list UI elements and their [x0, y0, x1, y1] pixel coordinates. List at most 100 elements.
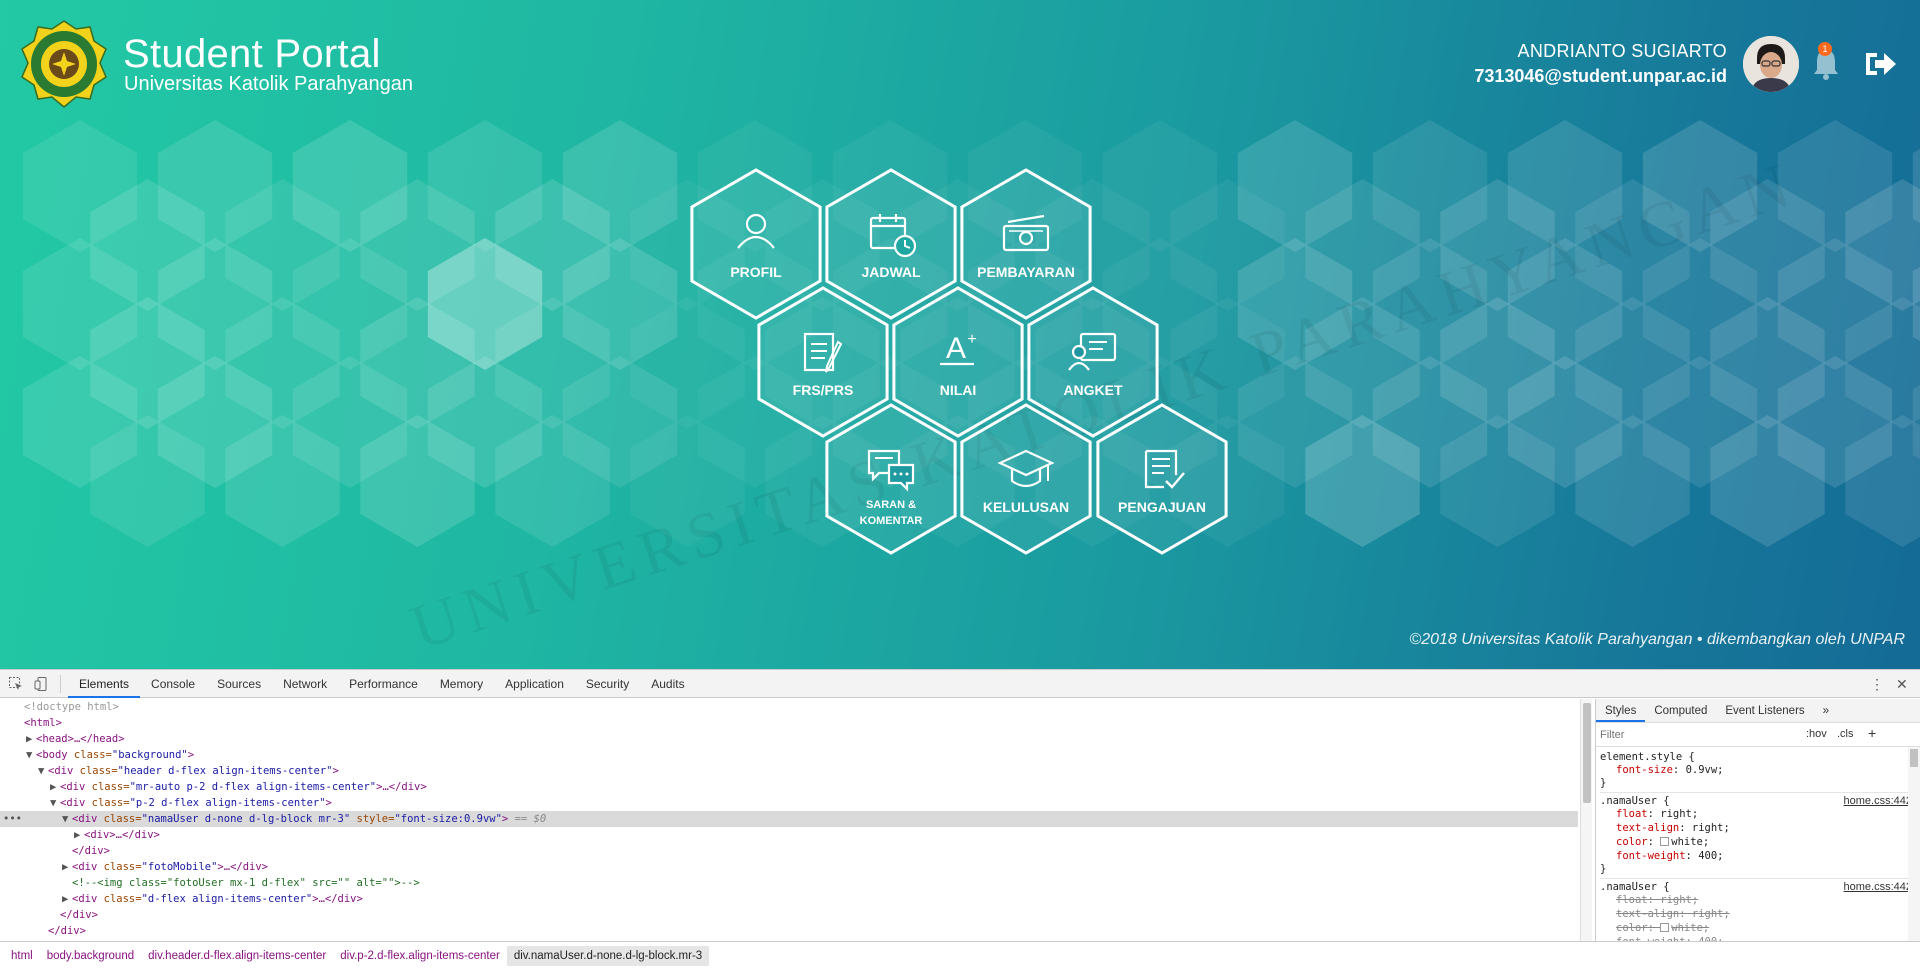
- dom-scrollbar[interactable]: [1580, 699, 1592, 941]
- menu-angket[interactable]: ANGKET: [1027, 286, 1159, 438]
- color-swatch[interactable]: [1660, 837, 1670, 846]
- breadcrumb-item[interactable]: div.namaUser.d-none.d-lg-block.mr-3: [506, 946, 710, 966]
- styles-scrollbar-thumb[interactable]: [1910, 749, 1918, 767]
- dom-node[interactable]: ▼ <div class="p-2 d-flex align-items-cent…: [0, 795, 1578, 811]
- menu-hexagon: [1027, 286, 1159, 438]
- menu-jadwal[interactable]: JADWAL: [825, 168, 957, 320]
- node-actions-icon[interactable]: •••: [3, 811, 22, 827]
- dom-node[interactable]: ▶ <div class="d-flex align-items-center">…: [0, 891, 1578, 907]
- collapse-arrow-icon[interactable]: ▼: [38, 763, 48, 779]
- dom-node[interactable]: </div>: [0, 907, 1578, 923]
- dom-node-markup: <div class="d-flex align-items-center">……: [72, 893, 363, 905]
- dom-node[interactable]: <!doctype html>: [0, 699, 1578, 715]
- css-declaration[interactable]: color: white;: [1600, 921, 1916, 935]
- menu-pembayaran[interactable]: PEMBAYARAN: [960, 168, 1092, 320]
- dom-node[interactable]: ▶ <div>…</div>: [0, 827, 1578, 843]
- breadcrumb-item[interactable]: body.background: [40, 946, 141, 966]
- expand-arrow-icon[interactable]: ▶: [74, 827, 84, 843]
- dom-node-markup: <body class="background">: [36, 749, 195, 761]
- devtools-menu-icon[interactable]: ⋮: [1870, 676, 1884, 693]
- devtools-tab-network[interactable]: Network: [272, 670, 338, 698]
- breadcrumb-item[interactable]: div.header.d-flex.align-items-center: [141, 946, 333, 966]
- devtools-tab-memory[interactable]: Memory: [429, 670, 494, 698]
- devtools-tab-security[interactable]: Security: [575, 670, 640, 698]
- styles-filter-input[interactable]: [1600, 726, 1795, 744]
- toolbar-divider: [60, 675, 61, 693]
- css-rule[interactable]: element.style {font-size: 0.9vw;}: [1600, 749, 1916, 793]
- color-swatch[interactable]: [1660, 923, 1670, 932]
- style-rules: element.style {font-size: 0.9vw;} .namaUs…: [1596, 747, 1920, 941]
- expand-arrow-icon[interactable]: ▶: [50, 779, 60, 795]
- styles-tab-event-listeners[interactable]: Event Listeners: [1716, 699, 1813, 722]
- dom-node[interactable]: ••• ▼ <div class="namaUser d-none d-lg-blo…: [0, 811, 1578, 827]
- dom-node[interactable]: <!--<img class="fotoUser mx-1 d-flex" sr…: [0, 875, 1578, 891]
- styles-tab-styles[interactable]: Styles: [1596, 699, 1646, 722]
- dom-scrollbar-thumb[interactable]: [1583, 703, 1591, 803]
- css-declaration[interactable]: float: right;: [1600, 807, 1916, 821]
- menu-frs-prs[interactable]: FRS/PRS: [757, 286, 889, 438]
- dom-node-markup: <head>…</head>: [36, 733, 125, 745]
- devtools-tab-elements[interactable]: Elements: [68, 670, 141, 698]
- styles-tab-more[interactable]: »: [1814, 699, 1838, 722]
- devtools-tab-audits[interactable]: Audits: [640, 670, 695, 698]
- dom-node[interactable]: </div>: [0, 923, 1578, 939]
- menu-pengajuan[interactable]: PENGAJUAN: [1096, 403, 1228, 555]
- css-rule[interactable]: .namaUser {home.css:442 float: right; text…: [1600, 793, 1916, 879]
- css-selector[interactable]: element.style {: [1600, 751, 1916, 763]
- dom-node[interactable]: ▼ <body class="background">: [0, 747, 1578, 763]
- dom-node-markup: <div class="mr-auto p-2 d-flex align-ite…: [60, 781, 427, 793]
- dom-node[interactable]: ▶ <head>…</head>: [0, 731, 1578, 747]
- breadcrumb-item[interactable]: div.p-2.d-flex.align-items-center: [333, 946, 507, 966]
- devtools-tab-performance[interactable]: Performance: [338, 670, 429, 698]
- devtools-tab-application[interactable]: Application: [494, 670, 575, 698]
- dom-node-markup: <html>: [24, 717, 62, 729]
- css-source-link[interactable]: home.css:442: [1844, 795, 1912, 807]
- main-menu-hexagons: PROFIL JADWAL PEMBAYARAN FRS/PRS A + NILAI ANGK…: [690, 168, 1228, 555]
- menu-profil[interactable]: PROFIL: [690, 168, 822, 320]
- styles-scrollbar[interactable]: [1908, 747, 1920, 941]
- dom-node-markup: <!doctype html>: [24, 701, 119, 713]
- css-declaration[interactable]: text-align: right;: [1600, 907, 1916, 921]
- inspect-element-icon[interactable]: [8, 676, 24, 692]
- collapse-arrow-icon[interactable]: ▼: [62, 811, 72, 827]
- expand-arrow-icon[interactable]: ▶: [62, 891, 72, 907]
- menu-hexagon: [1096, 403, 1228, 555]
- device-toolbar-icon[interactable]: [34, 676, 50, 692]
- css-declaration[interactable]: float: right;: [1600, 893, 1916, 907]
- css-declaration[interactable]: font-size: 0.9vw;: [1600, 763, 1916, 777]
- css-declaration[interactable]: text-align: right;: [1600, 821, 1916, 835]
- expand-arrow-icon[interactable]: ▶: [62, 859, 72, 875]
- dom-node-markup: </div>: [48, 925, 86, 937]
- class-toggle[interactable]: .cls: [1837, 728, 1854, 740]
- devtools-tab-sources[interactable]: Sources: [206, 670, 272, 698]
- css-rule[interactable]: .namaUser {home.css:442 float: right; text…: [1600, 879, 1916, 941]
- collapse-arrow-icon[interactable]: ▼: [50, 795, 60, 811]
- menu-label-line1: SARAN &: [866, 499, 916, 511]
- menu-hexagon: [960, 403, 1092, 555]
- dom-node[interactable]: ▶ <div class="fotoMobile">…</div>: [0, 859, 1578, 875]
- new-style-rule-button[interactable]: +: [1868, 725, 1876, 741]
- breadcrumb-item[interactable]: html: [4, 946, 40, 966]
- menu-label: FRS/PRS: [793, 382, 854, 398]
- devtools-panel: Elements Console Sources Network Performance…: [0, 669, 1920, 969]
- css-declaration[interactable]: color: white;: [1600, 835, 1916, 849]
- menu-kelulusan[interactable]: KELULUSAN: [960, 403, 1092, 555]
- dom-tree[interactable]: <!doctype html> <html> ▶ <head>…</head> ▼ <bo…: [0, 699, 1578, 941]
- dom-node[interactable]: ▶ <div class="mr-auto p-2 d-flex align-it…: [0, 779, 1578, 795]
- styles-tab-computed[interactable]: Computed: [1645, 699, 1716, 722]
- menu-label: PEMBAYARAN: [977, 264, 1075, 280]
- dom-node[interactable]: <html>: [0, 715, 1578, 731]
- dom-node[interactable]: </div>: [0, 843, 1578, 859]
- menu-saran-komentar[interactable]: SARAN & KOMENTAR: [825, 403, 957, 555]
- css-declaration[interactable]: font-weight: 400;: [1600, 849, 1916, 863]
- dom-node[interactable]: ▼ <div class="header d-flex align-items-c…: [0, 763, 1578, 779]
- close-devtools-icon[interactable]: ✕: [1896, 676, 1908, 693]
- dom-node-markup: </div>: [72, 845, 110, 857]
- devtools-tab-console[interactable]: Console: [140, 670, 206, 698]
- expand-arrow-icon[interactable]: ▶: [26, 731, 36, 747]
- menu-nilai[interactable]: A + NILAI: [892, 286, 1024, 438]
- hover-state-toggle[interactable]: :hov: [1806, 728, 1827, 740]
- css-source-link[interactable]: home.css:442: [1844, 881, 1912, 893]
- student-portal-page: UNIVERSITAS KATOLIK PARAHYANGAN Student …: [0, 0, 1920, 669]
- collapse-arrow-icon[interactable]: ▼: [26, 747, 36, 763]
